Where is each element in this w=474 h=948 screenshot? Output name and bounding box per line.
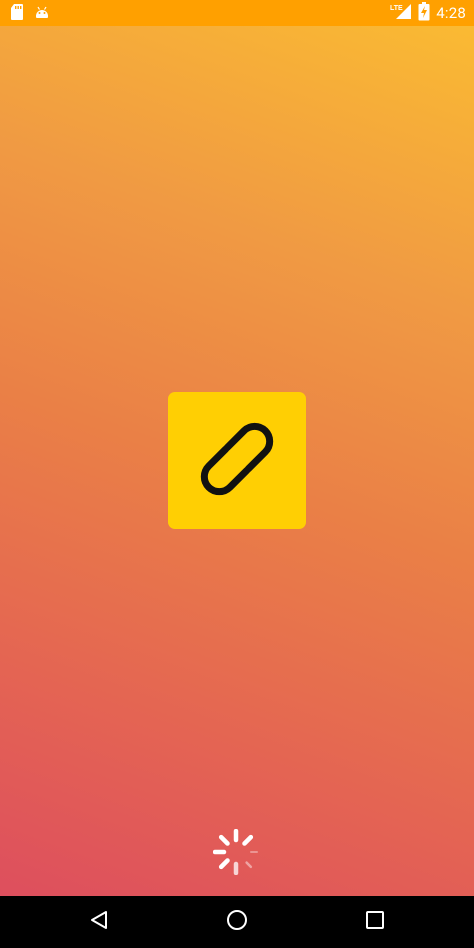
- android-icon: [34, 4, 50, 24]
- status-bar: LTE 4:28: [0, 0, 474, 26]
- lte-signal-icon: LTE: [390, 2, 412, 24]
- back-button[interactable]: [83, 906, 115, 938]
- home-icon: [226, 909, 248, 935]
- spinner-icon: [212, 828, 259, 876]
- recents-button[interactable]: [359, 906, 391, 938]
- home-button[interactable]: [221, 906, 253, 938]
- app-logo: [168, 392, 306, 529]
- status-notifications: [10, 3, 50, 25]
- navigation-bar: [0, 896, 474, 948]
- sd-card-icon: [10, 3, 24, 25]
- status-system: LTE 4:28: [390, 0, 466, 26]
- link-chain-icon: [178, 400, 296, 522]
- svg-text:LTE: LTE: [390, 5, 403, 12]
- battery-charging-icon: [418, 1, 430, 25]
- recents-icon: [364, 909, 386, 935]
- status-time: 4:28: [436, 4, 466, 22]
- back-icon: [88, 909, 110, 935]
- splash-screen: LTE 4:28: [0, 0, 474, 948]
